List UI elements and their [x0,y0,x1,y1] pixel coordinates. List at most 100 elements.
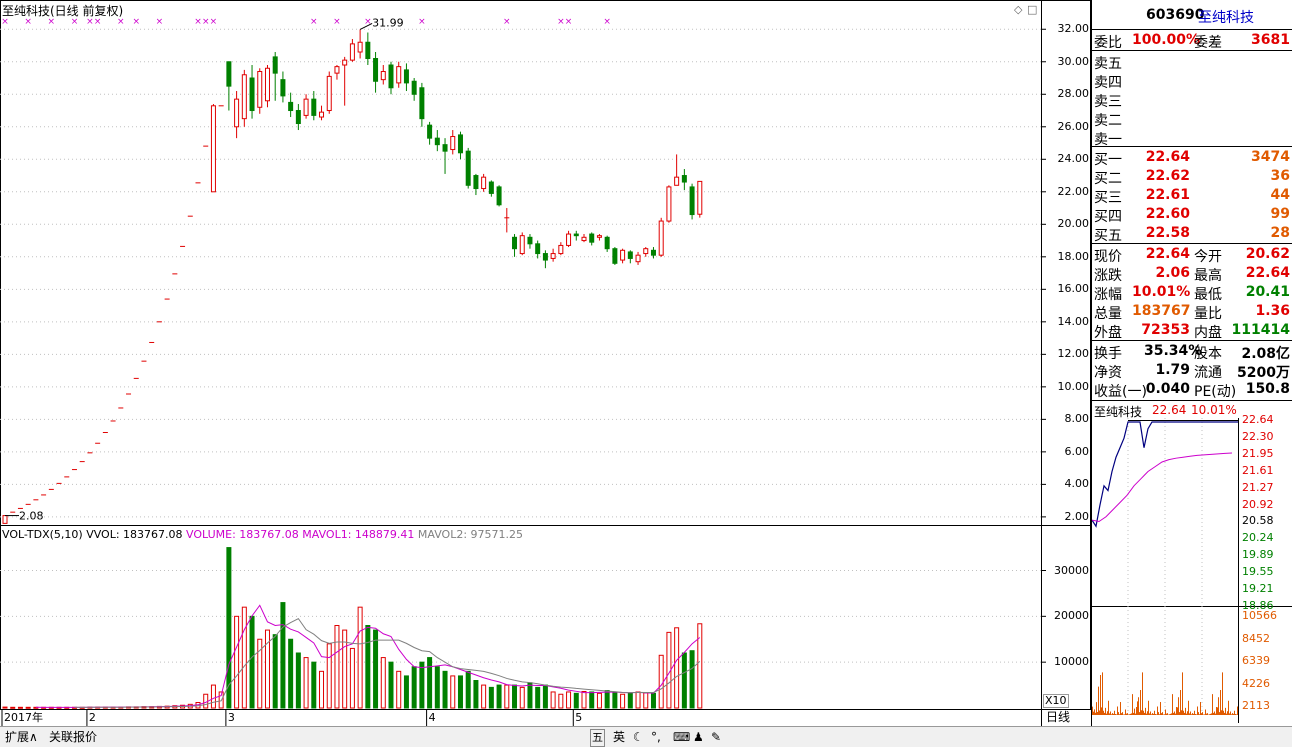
quote-stat-row: 涨跌 2.06 最高 22.64 [1094,264,1290,284]
volume-bar [303,657,309,709]
wrench-icon[interactable]: ✎ [708,729,724,745]
date-tick-label: 2 [88,711,96,724]
date-tick-label: 5 [575,711,583,724]
event-marker: × [132,17,140,27]
stat-label: 总量 [1094,306,1122,322]
square-icon[interactable]: □ [1027,3,1037,17]
price-tick-label: 22.00 [1057,184,1090,198]
bid-price: 22.61 [1145,187,1190,203]
candle-body [442,144,448,152]
mini-price-tick-label: 19.21 [1242,582,1274,595]
volume-bar [365,625,371,709]
candle-body [403,69,409,84]
stat-label: 量比 [1194,306,1222,322]
candle-body [558,244,564,255]
fundamental-label: 股本 [1194,346,1222,362]
vol-multiplier: X10 [1043,694,1069,708]
period-label[interactable]: 日线 [1046,710,1070,724]
candle-body [2,515,8,524]
volume-bar [612,691,618,709]
candle [620,248,626,264]
low-label: 2.08 [19,510,44,523]
event-marker: × [333,17,341,27]
date-tick-label: 3 [227,711,235,724]
volume-bar [681,652,687,709]
candle-body [396,66,402,84]
mini-volume-tick-label: 4226 [1242,676,1270,690]
candle-body [264,67,270,102]
mini-price-tick-label: 19.89 [1242,548,1274,562]
punctuation-icon[interactable]: °, [648,729,664,745]
stat-value: 20.62 [1245,246,1290,262]
candle-body [272,56,278,74]
volume-bar [311,661,317,709]
volume-bar [650,692,656,709]
volume-bar [450,675,456,709]
candle-body [697,180,703,215]
mini-price-tick-label: 22.30 [1242,429,1274,443]
volume-bar [288,638,294,709]
fundamental-value: 1.79 [1155,362,1190,378]
volume-bar [457,675,463,709]
weibi-value: 100.00% [1132,32,1201,48]
weicha-value: 3681 [1251,32,1290,48]
price-tick-label: 24.00 [1057,152,1090,166]
volume-bar [2,706,8,709]
ask-row: 卖四 [1094,71,1290,91]
volume-bar [373,629,379,709]
moon-icon[interactable]: ☾ [630,729,647,745]
related-quote-button[interactable]: 关联报价 [46,729,100,745]
stat-label: 涨幅 [1094,287,1122,303]
mini-volume-tick-label: 2113 [1242,699,1270,712]
candle-body [411,80,417,95]
ime-english-icon[interactable]: 英 [610,729,628,745]
expand-button[interactable]: 扩展∧ [2,729,41,745]
mini-price-tick-label: 20.58 [1242,514,1274,528]
stock-header: 603690 至纯科技 [1094,6,1290,26]
candle-body [496,186,502,206]
ime-five-icon[interactable]: 五 [590,729,605,747]
event-marker: × [503,17,511,27]
candle [280,71,286,103]
volume-bar [519,686,525,709]
mini-limit-line [1128,420,1238,421]
price-tick-label: 12.00 [1057,347,1090,361]
kline-chart[interactable]: × × × × × × × × × × × × × × × × × × × ×31.992.08 [0,0,1091,726]
mini-volume-tick-label: 6339 [1242,654,1270,667]
event-marker: × [310,17,318,27]
event-marker: × [210,17,218,27]
volume-bar [512,684,518,709]
stat-value: 1.36 [1255,303,1290,319]
candle-body [689,186,695,216]
volume-bar [473,680,479,709]
price-tick-label: 10.00 [1057,379,1090,393]
ask-label: 卖五 [1094,56,1122,72]
candle-body [650,249,656,256]
quote-stat-row: 外盘 72353 内盘 111414 [1094,321,1290,341]
candle [589,232,595,246]
candle [311,91,317,121]
volume-bar [272,634,278,709]
price-tick-label: 4.00 [1064,477,1090,491]
stat-value: 2.06 [1155,265,1190,281]
volume-value: VOLUME: 183767.08 [186,528,299,541]
candle-body [280,79,286,97]
fundamental-label: 换手 [1094,346,1122,362]
candle [612,247,618,265]
candle-body [535,243,541,255]
candle [581,234,587,243]
candle [535,240,541,259]
candle [504,208,510,233]
user-icon[interactable]: ♟ [690,729,707,745]
volume-tick-label: 20000 [1054,609,1089,623]
fundamental-label: 收益(一) [1094,384,1147,400]
event-marker: × [418,17,426,27]
diamond-icon[interactable]: ◇ [1014,3,1022,17]
candle [234,91,240,139]
candle-body [349,43,355,61]
candle-body [519,235,525,255]
volume-bar [17,706,23,709]
candle [349,39,355,62]
volume-bar [604,690,610,709]
price-tick-label: 26.00 [1057,119,1090,133]
